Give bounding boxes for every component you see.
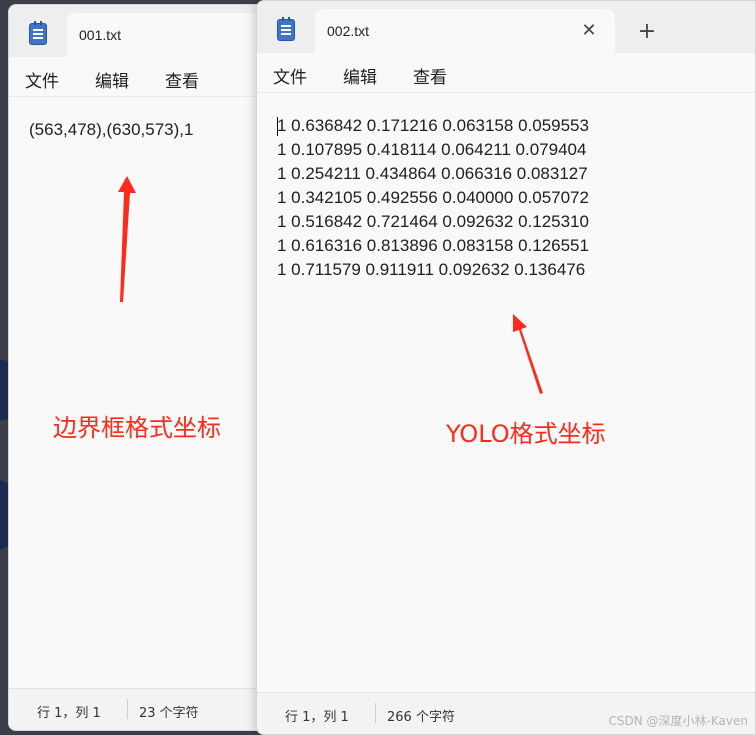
character-count: 266 个字符 (387, 710, 455, 725)
annotation-yolo-format: YOLO格式坐标 (446, 420, 606, 448)
menu-edit[interactable]: 编辑 (95, 67, 129, 92)
tab-title: 001.txt (79, 27, 122, 43)
menu-bar: 文件 编辑 查看 (257, 53, 755, 93)
menu-view[interactable]: 查看 (413, 63, 447, 88)
text-editor[interactable]: 1 0.636842 0.171216 0.063158 0.059553 1 … (257, 94, 755, 692)
cursor-position: 行 1，列 1 (37, 706, 101, 721)
tab-002-txt[interactable]: 002.txt ✕ (315, 9, 615, 53)
character-count: 23 个字符 (139, 706, 199, 721)
tab-bar: 002.txt ✕ + (257, 1, 755, 53)
cursor-position: 行 1，列 1 (285, 710, 349, 725)
watermark: CSDN @深度小林-Kaven (608, 714, 748, 728)
notepad-icon (29, 21, 47, 45)
menu-edit[interactable]: 编辑 (343, 63, 377, 88)
menu-file[interactable]: 文件 (273, 63, 307, 88)
menu-view[interactable]: 查看 (165, 67, 199, 92)
tab-title: 002.txt (327, 23, 370, 39)
menu-file[interactable]: 文件 (25, 67, 59, 92)
notepad-icon (277, 17, 295, 41)
status-divider (375, 703, 376, 723)
editor-text: (563,478),(630,573),1 (29, 120, 194, 139)
status-divider (127, 699, 128, 719)
notepad-window-002: 002.txt ✕ + 文件 编辑 查看 1 0.636842 0.171216… (256, 0, 756, 735)
plus-icon[interactable]: + (635, 20, 659, 44)
editor-text: 1 0.636842 0.171216 0.063158 0.059553 1 … (277, 116, 589, 279)
annotation-bbox-format: 边界框格式坐标 (53, 414, 221, 442)
close-icon[interactable]: ✕ (577, 19, 601, 43)
